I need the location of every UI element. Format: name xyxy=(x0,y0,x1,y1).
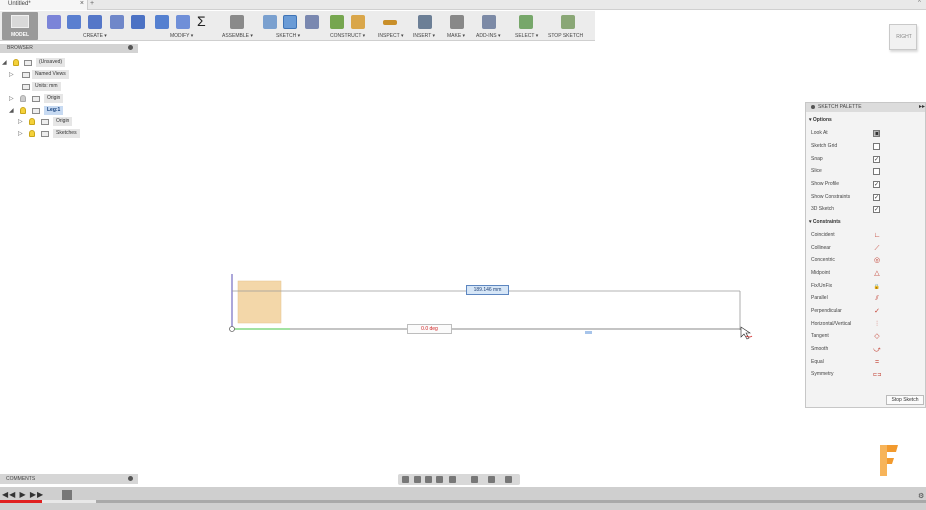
option-show-constraints[interactable]: Show Constraints ✓ xyxy=(811,193,923,203)
constraint-label: Smooth xyxy=(811,346,829,352)
progress-played xyxy=(0,500,42,503)
look-at-icon[interactable]: ▣ xyxy=(873,130,880,137)
fit-icon[interactable] xyxy=(449,476,456,483)
constraint-label: Perpendicular xyxy=(811,308,842,314)
origin-point[interactable] xyxy=(229,326,235,332)
option-look-at[interactable]: Look At ▣ xyxy=(811,129,923,139)
option-label: 3D Sketch xyxy=(811,206,835,212)
symmetry-icon[interactable]: ⊏⊐ xyxy=(873,371,881,379)
constraint-label: Concentric xyxy=(811,257,835,263)
options-section-title[interactable]: ▾ Options xyxy=(809,117,832,123)
parallel-icon[interactable]: ⫽ xyxy=(873,295,881,303)
view-cube[interactable]: RIGHT xyxy=(889,24,917,50)
progress-track[interactable] xyxy=(0,500,926,503)
slice-checkbox[interactable] xyxy=(873,168,880,175)
constraint-tangent[interactable]: Tangent ◇ xyxy=(811,332,923,342)
constraint-glyph xyxy=(585,331,592,334)
tangent-icon[interactable]: ◇ xyxy=(873,333,881,341)
option-label: Snap xyxy=(811,156,823,162)
comments-panel[interactable]: COMMENTS xyxy=(0,474,138,484)
horizontal-vertical-icon[interactable]: ⫶ xyxy=(873,321,881,329)
sketch-palette: SKETCH PALETTE ▸▸ ▾ Options Look At ▣ Ske… xyxy=(805,102,926,408)
sketch-canvas[interactable] xyxy=(0,0,926,510)
option-label: Show Constraints xyxy=(811,194,851,200)
option-label: Show Profile xyxy=(811,181,840,187)
comments-pin-icon[interactable] xyxy=(128,476,133,481)
constraint-concentric[interactable]: Concentric ◎ xyxy=(811,256,923,266)
palette-pin-icon[interactable] xyxy=(811,105,815,109)
sketch-grid-checkbox[interactable] xyxy=(873,143,880,150)
perpendicular-icon[interactable]: ✓ xyxy=(873,308,881,316)
constraint-label: Coincident xyxy=(811,232,835,238)
palette-header[interactable]: SKETCH PALETTE ▸▸ xyxy=(806,103,925,112)
constraint-equal[interactable]: Equal = xyxy=(811,358,923,368)
constraint-label: Symmetry xyxy=(811,371,834,377)
display-settings-icon[interactable] xyxy=(471,476,478,483)
option-slice[interactable]: Slice xyxy=(811,167,923,177)
constraint-collinear[interactable]: Collinear ⟋ xyxy=(811,244,923,254)
option-label: Slice xyxy=(811,168,822,174)
constraint-label: Tangent xyxy=(811,333,829,339)
constraints-section-title[interactable]: ▾ Constraints xyxy=(809,219,841,225)
playback-controls[interactable]: ◀◀ ▶ ▶▶ xyxy=(2,490,44,499)
constraint-horizontal-vertical[interactable]: Horizontal/Vertical ⫶ xyxy=(811,320,923,330)
viewports-icon[interactable] xyxy=(505,476,512,483)
option-label: Look At xyxy=(811,130,828,136)
equal-icon[interactable]: = xyxy=(873,359,881,367)
timeline-bar: ◀◀ ▶ ▶▶ ⚙ xyxy=(0,487,926,510)
constraint-coincident[interactable]: Coincident ∟ xyxy=(811,231,923,241)
option-sketch-grid[interactable]: Sketch Grid xyxy=(811,142,923,152)
view-cube-face: RIGHT xyxy=(896,34,912,40)
constraint-symmetry[interactable]: Symmetry ⊏⊐ xyxy=(811,370,923,380)
concentric-icon[interactable]: ◎ xyxy=(873,257,881,265)
timeline-feature-icon[interactable] xyxy=(62,490,72,500)
pan-icon[interactable] xyxy=(425,476,432,483)
constraint-label: Equal xyxy=(811,359,824,365)
collinear-icon[interactable]: ⟋ xyxy=(873,245,881,253)
sketch-profile[interactable] xyxy=(237,280,282,324)
constraint-fix[interactable]: Fix/UnFix 🔒 xyxy=(811,282,923,292)
show-profile-checkbox[interactable]: ✓ xyxy=(873,181,880,188)
constraint-label: Parallel xyxy=(811,295,828,301)
grid-settings-icon[interactable] xyxy=(488,476,495,483)
dimension-input[interactable]: 189.146 mm xyxy=(466,285,509,295)
snap-checkbox[interactable]: ✓ xyxy=(873,156,880,163)
midpoint-icon[interactable]: △ xyxy=(873,270,881,278)
palette-title: SKETCH PALETTE xyxy=(818,104,862,110)
look-at-icon[interactable] xyxy=(414,476,421,483)
3d-sketch-checkbox[interactable]: ✓ xyxy=(873,206,880,213)
orbit-icon[interactable] xyxy=(402,476,409,483)
constraint-label: Horizontal/Vertical xyxy=(811,321,852,327)
option-3d-sketch[interactable]: 3D Sketch ✓ xyxy=(811,205,923,215)
lock-icon[interactable]: 🔒 xyxy=(873,283,881,291)
option-label: Sketch Grid xyxy=(811,143,838,149)
constraint-label: Collinear xyxy=(811,245,831,251)
comments-title: COMMENTS xyxy=(6,476,36,482)
constraint-midpoint[interactable]: Midpoint △ xyxy=(811,269,923,279)
option-snap[interactable]: Snap ✓ xyxy=(811,155,923,165)
palette-stop-sketch-button[interactable]: Stop Sketch xyxy=(886,395,924,405)
gear-icon[interactable]: ⚙ xyxy=(918,492,924,500)
constraint-label: Midpoint xyxy=(811,270,830,276)
navigation-bar xyxy=(398,474,520,485)
constraint-perpendicular[interactable]: Perpendicular ✓ xyxy=(811,307,923,317)
coincident-icon[interactable]: ∟ xyxy=(873,232,881,240)
fusion-logo xyxy=(880,445,898,476)
angle-input[interactable]: 0.0 deg xyxy=(407,324,452,334)
constraint-parallel[interactable]: Parallel ⫽ xyxy=(811,294,923,304)
show-constraints-checkbox[interactable]: ✓ xyxy=(873,194,880,201)
expand-icon[interactable]: ▸▸ xyxy=(919,103,925,110)
option-show-profile[interactable]: Show Profile ✓ xyxy=(811,180,923,190)
smooth-icon[interactable]: ⤻ xyxy=(873,346,881,354)
progress-buffer xyxy=(40,500,96,503)
constraint-smooth[interactable]: Smooth ⤻ xyxy=(811,345,923,355)
zoom-icon[interactable] xyxy=(436,476,443,483)
constraint-label: Fix/UnFix xyxy=(811,283,833,289)
